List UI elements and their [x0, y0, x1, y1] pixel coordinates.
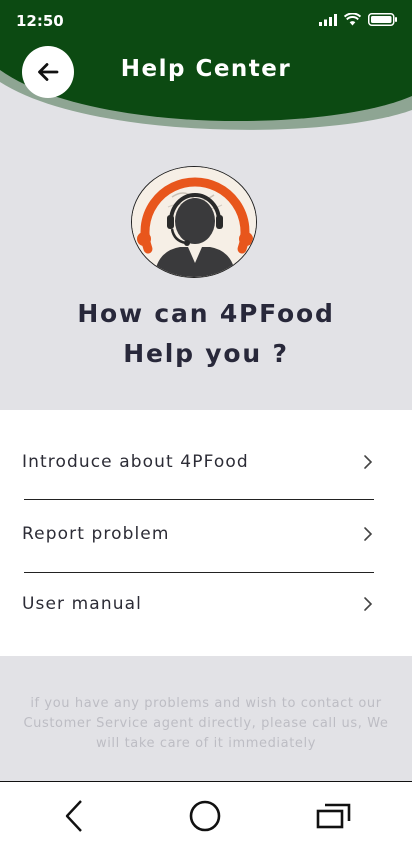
status-time: 12:50: [16, 12, 64, 30]
system-nav-bar: [0, 781, 412, 847]
home-nav-icon: [189, 800, 221, 832]
nav-home-button[interactable]: [185, 798, 225, 834]
status-bar: 12:50: [0, 0, 412, 42]
help-menu: Introduce about 4PFood Report problem Us…: [0, 410, 412, 656]
menu-divider: [24, 499, 374, 500]
page-title: Help Center: [120, 56, 292, 82]
menu-item-user-manual[interactable]: User manual: [22, 574, 374, 634]
hero-heading-line2: Help you ?: [123, 339, 289, 368]
recents-nav-icon: [316, 803, 351, 829]
menu-item-report-problem[interactable]: Report problem: [22, 504, 374, 564]
signal-icon: [319, 13, 337, 26]
menu-item-label: User manual: [22, 594, 142, 614]
menu-item-introduce[interactable]: Introduce about 4PFood: [22, 432, 374, 492]
support-agent-avatar: [131, 166, 257, 278]
hero-heading: How can 4PFood Help you ?: [0, 294, 412, 374]
app-header: 12:50 Help Center: [0, 0, 412, 140]
nav-back-button[interactable]: [54, 798, 94, 834]
menu-item-label: Introduce about 4PFood: [22, 452, 249, 472]
chevron-right-icon: [364, 455, 373, 469]
nav-recents-button[interactable]: [314, 798, 354, 834]
status-icons: [319, 13, 398, 26]
menu-item-label: Report problem: [22, 524, 170, 544]
back-nav-icon: [65, 800, 82, 832]
support-agent-icon: [132, 167, 256, 277]
hero-heading-line1: How can 4PFood: [77, 299, 335, 328]
chevron-right-icon: [364, 597, 373, 611]
wifi-icon: [344, 13, 361, 26]
battery-icon: [368, 13, 397, 26]
contact-help-note: if you have any problems and wish to con…: [23, 696, 389, 751]
menu-divider: [24, 572, 374, 573]
chevron-right-icon: [364, 527, 373, 541]
